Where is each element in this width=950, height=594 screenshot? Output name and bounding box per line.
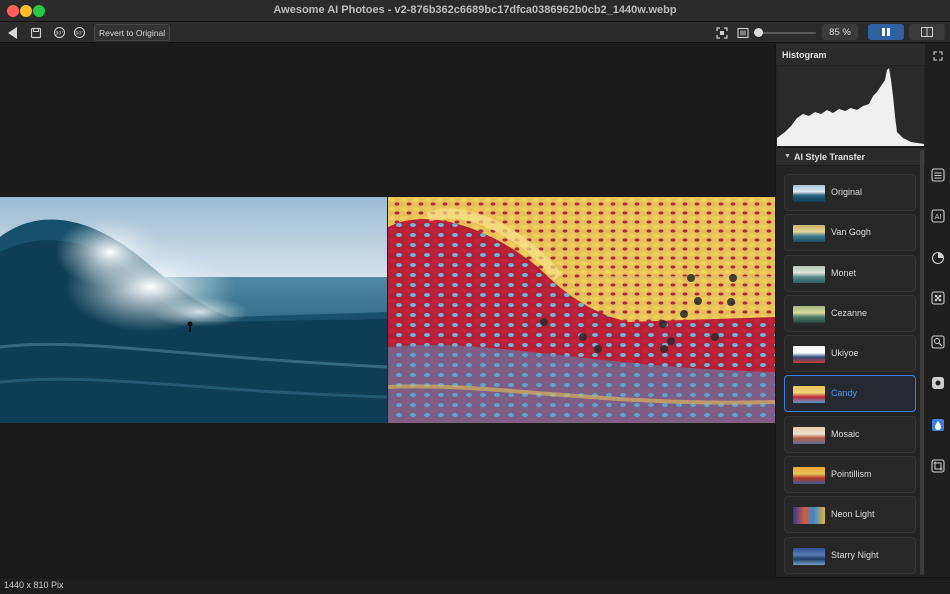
style-thumbnail — [793, 467, 825, 485]
style-item-neon-light[interactable]: Neon Light — [784, 496, 916, 534]
split-view-icon — [882, 28, 890, 36]
collapse-caret-icon[interactable]: ▼ — [784, 153, 791, 160]
style-label: Van Gogh — [831, 227, 871, 238]
style-item-mosaic[interactable]: Mosaic — [784, 415, 916, 453]
tool-rail: AI — [925, 44, 950, 577]
crop-icon[interactable] — [930, 458, 946, 474]
side-panel: Histogram ▼ AI Style Transfer Original V… — [775, 44, 926, 577]
style-label: Mosaic — [831, 428, 860, 439]
style-label: Neon Light — [831, 509, 875, 520]
save-button[interactable] — [28, 24, 44, 41]
style-thumbnail — [793, 225, 825, 243]
pattern-icon[interactable] — [930, 290, 946, 306]
style-thumbnail — [793, 426, 825, 444]
expand-icon[interactable] — [930, 48, 946, 64]
rotate-left-icon: 90° — [53, 26, 65, 39]
back-button[interactable] — [4, 24, 22, 41]
zoom-slider-knob[interactable] — [754, 28, 763, 37]
style-label: Ukiyoe — [831, 348, 859, 359]
style-item-original[interactable]: Original — [784, 174, 916, 211]
toolbar: 90° 90° Revert to Original 85 % — [0, 22, 950, 43]
ai-style-transfer-header[interactable]: ▼ AI Style Transfer — [776, 147, 926, 166]
histogram-chart — [777, 66, 924, 146]
zoom-region-icon[interactable] — [930, 334, 946, 350]
style-item-ukiyoe[interactable]: Ukiyoe — [784, 335, 916, 373]
style-label: Pointillism — [831, 469, 872, 480]
stylized-image — [388, 197, 775, 423]
style-thumbnail — [793, 265, 825, 283]
style-item-pointillism[interactable]: Pointillism — [784, 456, 916, 494]
back-arrow-icon — [8, 26, 17, 39]
style-label: Candy — [831, 388, 858, 399]
style-thumbnail — [793, 346, 825, 364]
style-item-candy[interactable]: Candy — [784, 375, 916, 413]
style-drop-icon[interactable] — [930, 417, 946, 433]
svg-text:90°: 90° — [55, 31, 63, 37]
style-item-cezanne[interactable]: Cezanne — [784, 294, 916, 332]
rotate-right-button[interactable]: 90° — [71, 24, 87, 41]
rotate-left-button[interactable]: 90° — [51, 24, 67, 41]
style-label: Starry Night — [831, 549, 879, 560]
compare-icon — [737, 27, 749, 38]
original-image — [0, 197, 388, 423]
style-thumbnail — [793, 305, 825, 323]
zoom-value-field[interactable]: 85 % — [822, 24, 858, 40]
side-by-side-icon — [921, 27, 933, 37]
style-label: Original — [831, 187, 863, 197]
settings-icon[interactable] — [930, 375, 946, 391]
section-title: AI Style Transfer — [794, 152, 866, 162]
style-item-monet[interactable]: Monet — [784, 254, 916, 292]
svg-text:90°: 90° — [75, 31, 83, 37]
side-by-side-view-button[interactable] — [909, 24, 945, 40]
compare-button[interactable] — [735, 24, 751, 41]
ai-icon[interactable]: AI — [930, 208, 946, 224]
split-view-button[interactable] — [868, 24, 904, 40]
histogram-header: Histogram — [776, 44, 926, 65]
zoom-slider-track[interactable] — [758, 32, 816, 34]
histogram-title: Histogram — [782, 50, 827, 60]
save-icon — [30, 27, 42, 38]
style-list: Original Van Gogh Monet Cezanne Ukiyoe C… — [784, 174, 916, 577]
title-bar: Awesome AI Photoes - v2-876b362c6689bc17… — [0, 0, 950, 22]
rotate-right-icon: 90° — [73, 26, 85, 39]
revert-to-original-button[interactable]: Revert to Original — [94, 24, 171, 41]
fit-to-screen-icon — [716, 26, 728, 39]
style-thumbnail — [793, 386, 825, 404]
style-thumbnail — [793, 507, 825, 525]
svg-text:AI: AI — [935, 213, 942, 221]
adjustments-icon[interactable] — [930, 167, 946, 183]
style-label: Cezanne — [831, 307, 868, 318]
style-label: Monet — [831, 267, 857, 278]
image-dimensions: 1440 x 810 Pix — [4, 580, 64, 590]
window-title: Awesome AI Photoes - v2-876b362c6689bc17… — [273, 4, 677, 16]
status-bar: 1440 x 810 Pix — [0, 577, 950, 594]
style-thumbnail — [793, 547, 825, 565]
lens-icon[interactable] — [930, 250, 946, 266]
style-item-starry-night[interactable]: Starry Night — [784, 536, 916, 574]
style-item-van-gogh[interactable]: Van Gogh — [784, 214, 916, 252]
style-thumbnail — [793, 185, 825, 202]
image-canvas[interactable] — [0, 44, 775, 577]
fit-to-screen-button[interactable] — [714, 24, 730, 41]
split-divider[interactable] — [387, 197, 388, 423]
panel-scrollbar[interactable] — [920, 150, 924, 575]
